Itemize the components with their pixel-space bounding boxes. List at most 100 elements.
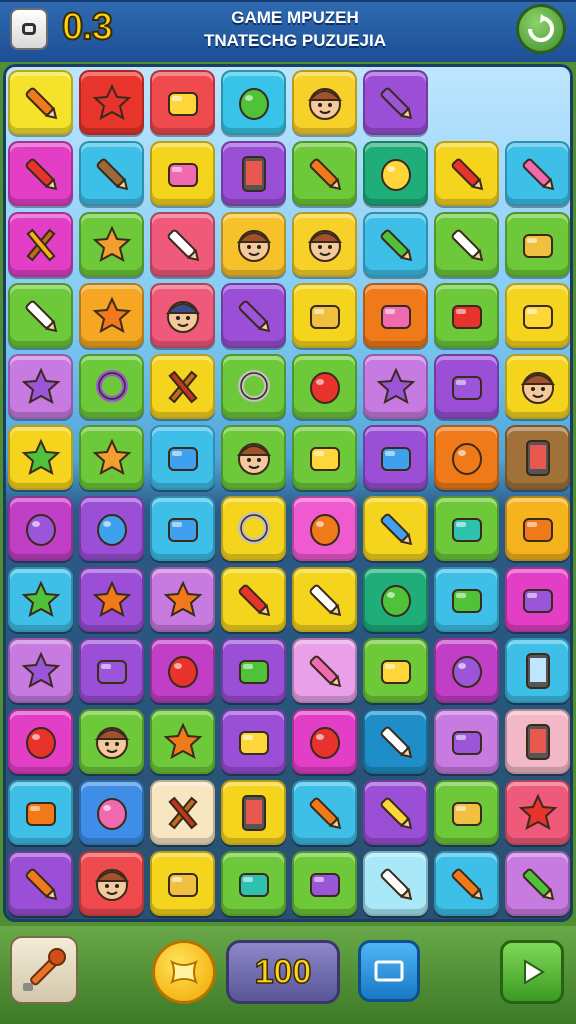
tile-pink-marker[interactable] <box>292 638 357 703</box>
tile-orange-drop[interactable] <box>292 496 357 561</box>
tile-red-plate[interactable] <box>434 283 499 348</box>
tile-hammer[interactable] <box>8 212 73 277</box>
tile-green-lollipop[interactable] <box>363 212 428 277</box>
tile-ice-cream[interactable] <box>505 212 570 277</box>
tile-purple-balloon[interactable] <box>434 638 499 703</box>
menu-button[interactable] <box>10 8 48 50</box>
tile-ice-cream[interactable] <box>434 780 499 845</box>
tile-orange-blob[interactable] <box>79 567 144 632</box>
tile-purple-pencil[interactable] <box>221 283 286 348</box>
tile-red-ball[interactable] <box>150 638 215 703</box>
refresh-button[interactable] <box>516 4 566 54</box>
tile-orange-pencil[interactable] <box>292 780 357 845</box>
tile-ring[interactable] <box>221 354 286 419</box>
tile-brown-spoon[interactable] <box>79 141 144 206</box>
tile-phone[interactable] <box>221 141 286 206</box>
tile-orange-crayon[interactable] <box>8 70 73 135</box>
tile-red-ball[interactable] <box>8 709 73 774</box>
tile-yellow-bottle[interactable] <box>363 638 428 703</box>
hammer-tool-button[interactable] <box>10 936 78 1004</box>
tile-purple-blob[interactable] <box>363 354 428 419</box>
tile-purple-popsicle[interactable] <box>434 354 499 419</box>
tile-yellow-sandwich[interactable] <box>150 70 215 135</box>
tile-orange-cap[interactable] <box>505 496 570 561</box>
tile-teal-bottle[interactable] <box>221 851 286 916</box>
tile-drum[interactable] <box>150 851 215 916</box>
tile-orange-star[interactable] <box>150 709 215 774</box>
tile-green-bottle[interactable] <box>434 567 499 632</box>
tile-red-bow[interactable] <box>150 780 215 845</box>
tile-marker[interactable] <box>150 212 215 277</box>
tile-red-brush[interactable] <box>221 567 286 632</box>
tile-red-marker[interactable] <box>434 141 499 206</box>
tile-green-tool[interactable] <box>505 851 570 916</box>
tile-banana[interactable] <box>79 425 144 490</box>
tile-yellow-marker[interactable] <box>363 780 428 845</box>
tile-green-leaf[interactable] <box>8 425 73 490</box>
tile-monster[interactable] <box>79 851 144 916</box>
tile-screen[interactable] <box>505 638 570 703</box>
tile-red-marker[interactable] <box>8 141 73 206</box>
tile-phone[interactable] <box>505 709 570 774</box>
tile-teal-bottle[interactable] <box>434 496 499 561</box>
screen-button[interactable] <box>358 940 420 1002</box>
tile-pink-gem[interactable] <box>363 283 428 348</box>
tile-phone[interactable] <box>505 425 570 490</box>
tile-purple-donut[interactable] <box>79 354 144 419</box>
tile-cookie[interactable] <box>79 212 144 277</box>
tile-orange-marker[interactable] <box>434 851 499 916</box>
tile-yellow-bar[interactable] <box>221 709 286 774</box>
tile-blue-tub[interactable] <box>363 425 428 490</box>
tile-red-star[interactable] <box>505 780 570 845</box>
tile-blue-balloon[interactable] <box>79 496 144 561</box>
tile-pencil[interactable] <box>363 709 428 774</box>
tile-purple-book[interactable] <box>434 709 499 774</box>
tile-brush[interactable] <box>363 851 428 916</box>
tile-red-apple[interactable] <box>292 709 357 774</box>
tile-pen[interactable] <box>434 212 499 277</box>
tile-green-cup[interactable] <box>221 638 286 703</box>
tile-character-face[interactable] <box>292 212 357 277</box>
tile-bow[interactable] <box>150 354 215 419</box>
tile-purple-pencil[interactable] <box>363 70 428 135</box>
tile-orange-pencil[interactable] <box>8 851 73 916</box>
tile-pink-ball[interactable] <box>79 780 144 845</box>
tile-purple-eraser[interactable] <box>79 638 144 703</box>
tile-purple-blob[interactable] <box>8 354 73 419</box>
tile-mushroom-man[interactable] <box>221 425 286 490</box>
tile-orange-blob[interactable] <box>79 283 144 348</box>
tile-brush[interactable] <box>292 567 357 632</box>
tile-yellow-block[interactable] <box>505 283 570 348</box>
tile-green-blob[interactable] <box>8 567 73 632</box>
tile-character-face[interactable] <box>79 709 144 774</box>
tile-blue-eraser[interactable] <box>150 496 215 561</box>
tile-magnifier[interactable] <box>221 496 286 561</box>
tile-microphone[interactable] <box>8 283 73 348</box>
tile-phone[interactable] <box>221 780 286 845</box>
tile-purple-blob[interactable] <box>8 638 73 703</box>
play-button[interactable] <box>500 940 564 1004</box>
tile-pink-marker[interactable] <box>505 141 570 206</box>
tile-character-face[interactable] <box>505 354 570 419</box>
tile-yellow-block[interactable] <box>292 425 357 490</box>
tile-character-face[interactable] <box>221 212 286 277</box>
tile-blue-box[interactable] <box>150 425 215 490</box>
tile-purple-balloon[interactable] <box>8 496 73 561</box>
tile-yellow-lemon[interactable] <box>363 141 428 206</box>
tile-orange-fruit[interactable] <box>434 425 499 490</box>
tile-character-face[interactable] <box>292 70 357 135</box>
tile-pink-popsicle[interactable] <box>150 141 215 206</box>
tile-orange-star[interactable] <box>150 567 215 632</box>
tile-purple-bottle[interactable] <box>292 851 357 916</box>
tile-ninja-face[interactable] <box>150 283 215 348</box>
coin-button[interactable] <box>152 940 216 1004</box>
tile-wallet[interactable] <box>292 283 357 348</box>
tile-green-egg[interactable] <box>221 70 286 135</box>
tile-orange-marker[interactable] <box>292 141 357 206</box>
tile-blue-marker[interactable] <box>363 496 428 561</box>
tile-purple-eraser[interactable] <box>505 567 570 632</box>
tile-red-candy[interactable] <box>79 70 144 135</box>
tile-green-egg[interactable] <box>363 567 428 632</box>
tile-orange-bottle[interactable] <box>8 780 73 845</box>
tile-red-apple[interactable] <box>292 354 357 419</box>
